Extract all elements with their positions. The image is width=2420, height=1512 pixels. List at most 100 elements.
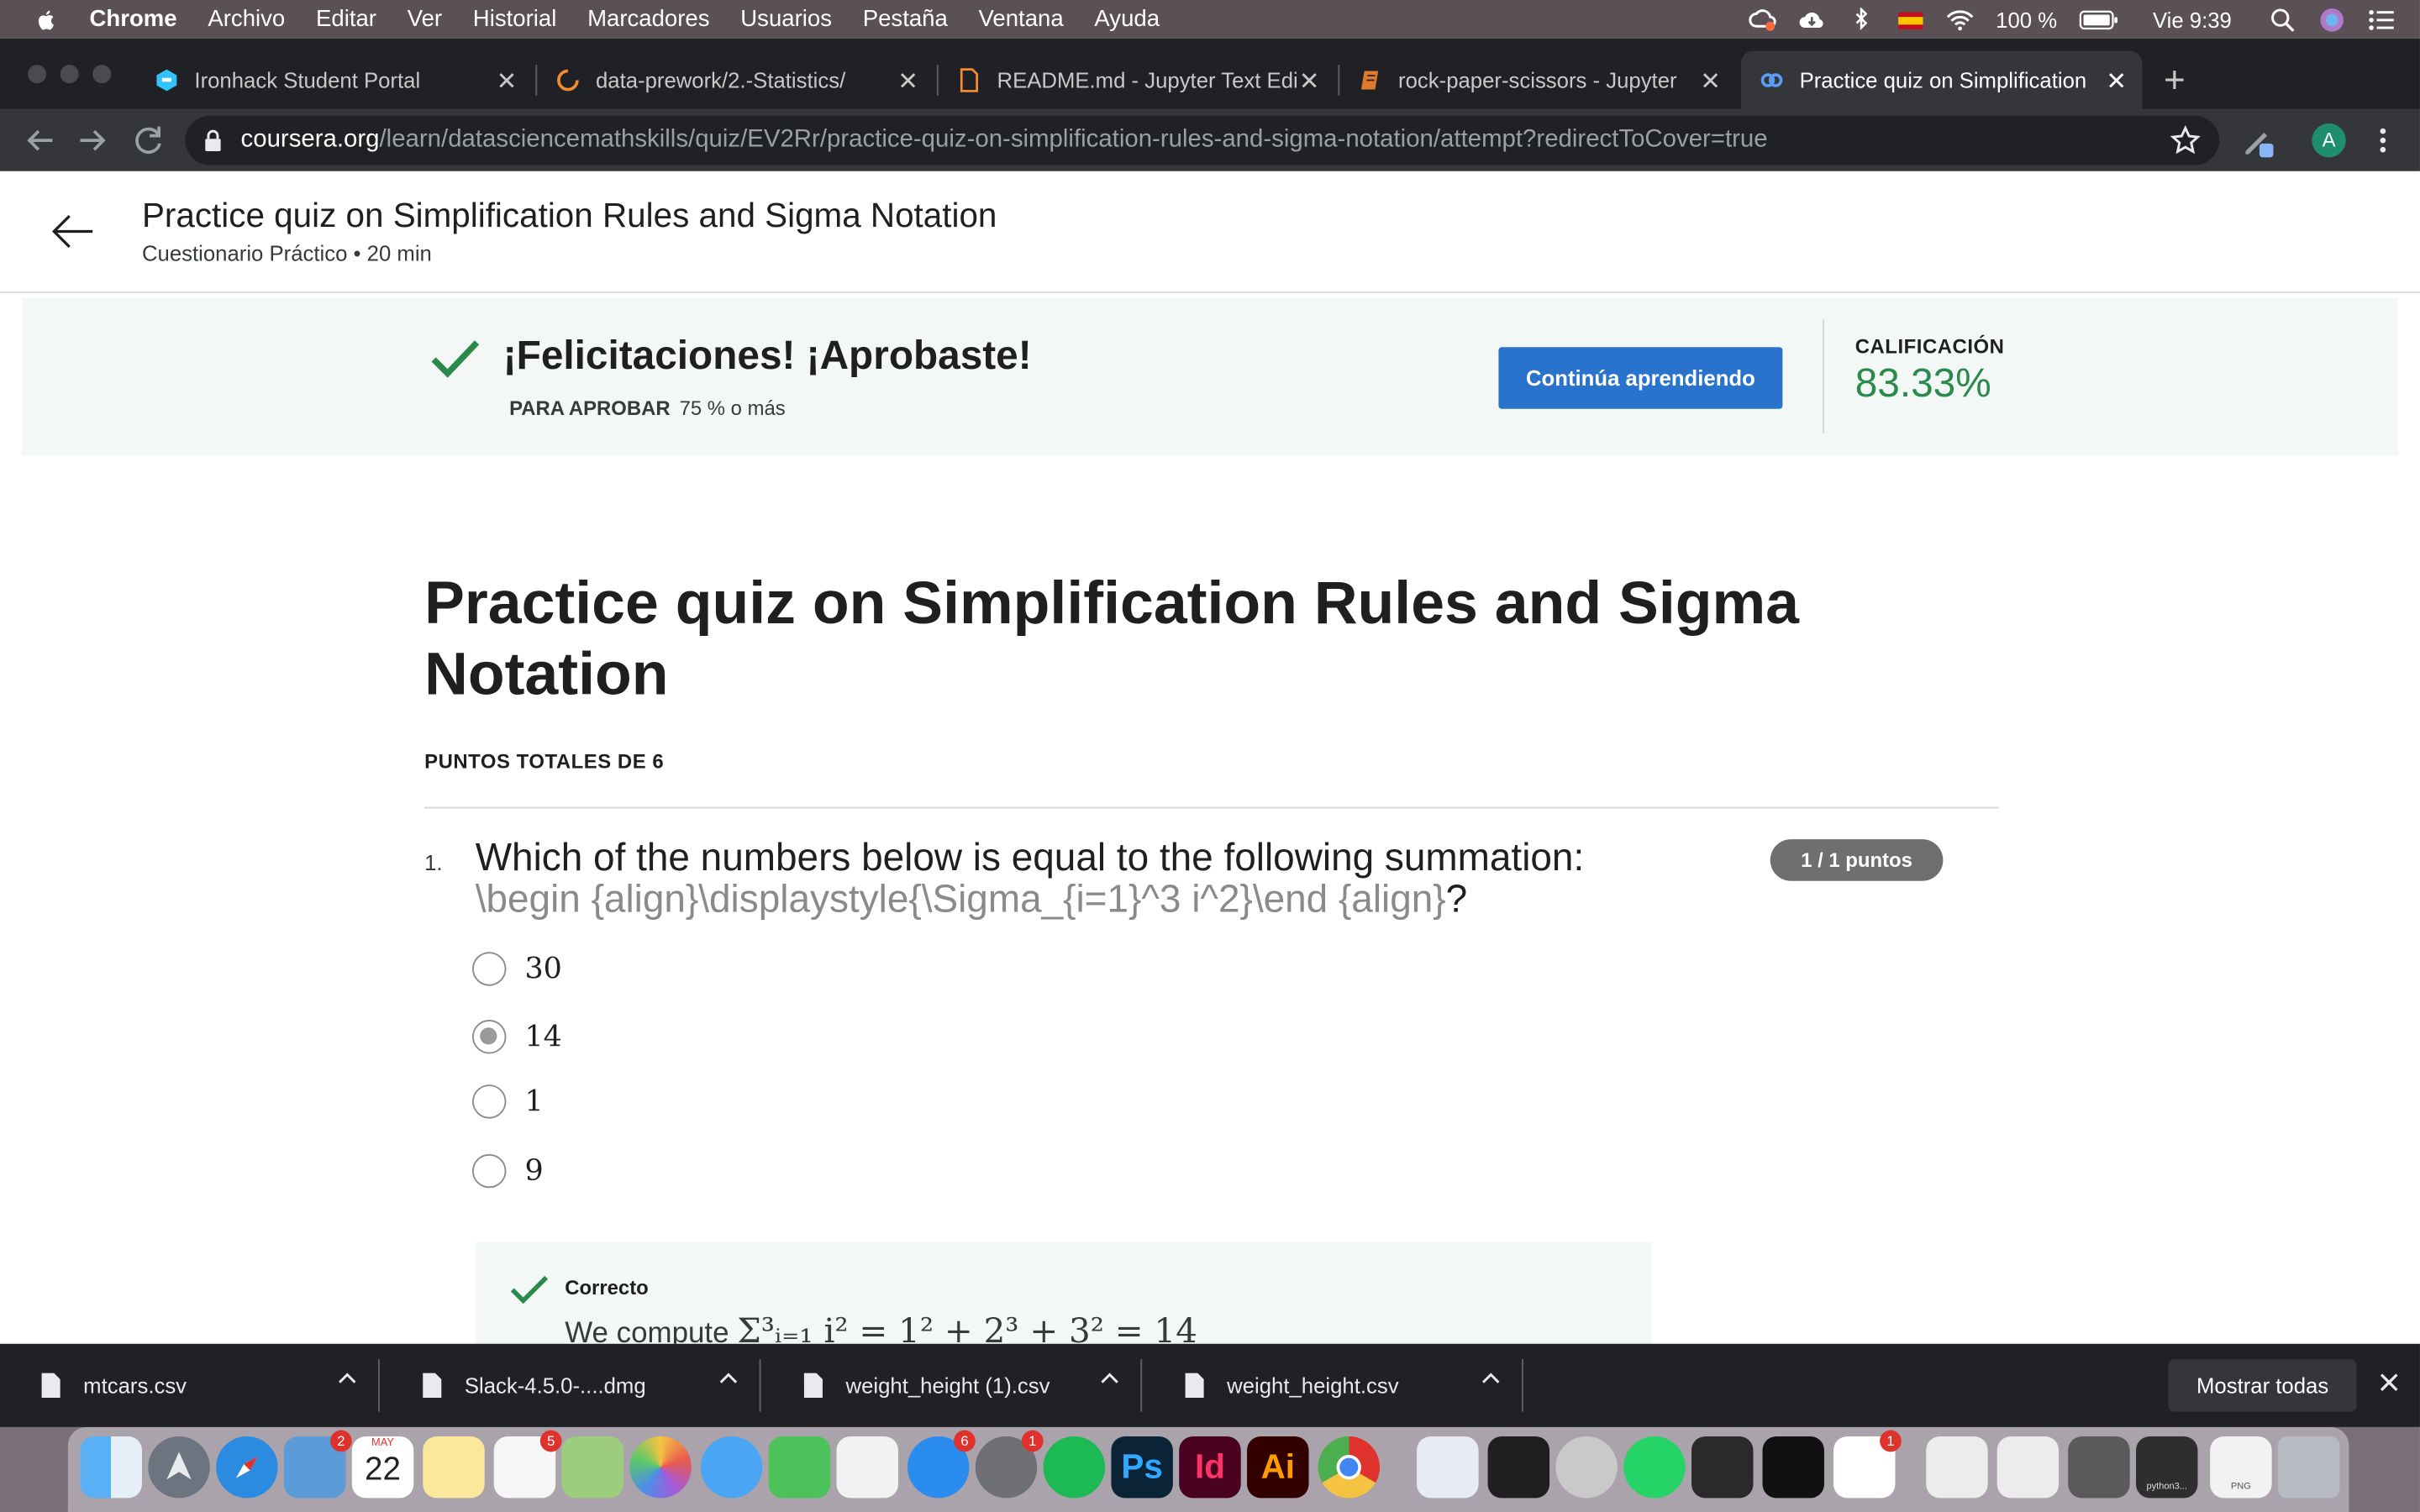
notification-center-icon[interactable] [2367, 7, 2395, 31]
tab-rock-paper-scissors[interactable]: rock-paper-scissors - Jupyter ✕ [1343, 51, 1736, 110]
menubar-clock[interactable]: Vie 9:39 [2153, 7, 2232, 31]
launchpad-icon[interactable] [148, 1436, 210, 1499]
zoom-window-button[interactable] [92, 65, 112, 84]
mail-badge: 2 [330, 1430, 352, 1452]
menu-pestana[interactable]: Pestaña [863, 6, 948, 32]
minimize-window-button[interactable] [60, 65, 79, 84]
indesign-icon[interactable]: Id [1179, 1436, 1241, 1499]
menu-ventana[interactable]: Ventana [979, 6, 1064, 32]
tab-close-icon[interactable]: ✕ [497, 66, 518, 97]
url-text[interactable]: coursera.org/learn/datasciencemathskills… [241, 127, 1768, 155]
safari-icon[interactable] [216, 1436, 278, 1499]
back-arrow-icon[interactable] [22, 122, 59, 159]
maps-icon[interactable] [561, 1436, 624, 1499]
trash-icon[interactable] [2277, 1436, 2340, 1499]
chrome-icon[interactable] [1318, 1436, 1381, 1499]
activity-monitor-icon[interactable] [1487, 1436, 1550, 1499]
app-store-icon[interactable]: 6 [907, 1430, 976, 1499]
radio-button[interactable] [472, 1084, 507, 1119]
menu-ver[interactable]: Ver [408, 6, 442, 32]
iterm-icon[interactable] [1691, 1436, 1754, 1499]
download-item[interactable]: mtcars.csv [0, 1344, 380, 1427]
mail-icon[interactable]: 2 [283, 1430, 352, 1499]
spotify-icon[interactable] [1043, 1436, 1106, 1499]
calendar-icon[interactable]: MAY 22 [351, 1436, 414, 1499]
bookmark-star-icon[interactable] [2170, 124, 2201, 156]
tab-data-prework[interactable]: data-prework/2.-Statistics/ ✕ [540, 51, 934, 110]
apple-logo-icon[interactable] [34, 7, 58, 31]
numbers-icon[interactable] [1417, 1436, 1479, 1499]
terminal-icon[interactable] [1762, 1436, 1824, 1499]
menu-historial[interactable]: Historial [473, 6, 557, 32]
tab-practice-quiz[interactable]: Practice quiz on Simplification ✕ [1740, 50, 2143, 110]
tab-close-icon[interactable]: ✕ [2106, 66, 2127, 97]
divider [759, 1359, 761, 1412]
chevron-up-icon[interactable] [1099, 1368, 1121, 1390]
forward-arrow-icon[interactable] [74, 122, 111, 159]
slack-icon[interactable]: 1 [1833, 1430, 1902, 1499]
answer-option[interactable]: 1 [472, 1084, 544, 1119]
chevron-up-icon[interactable] [718, 1368, 739, 1390]
whatsapp-icon[interactable] [1623, 1436, 1686, 1499]
download-item[interactable]: Slack-4.5.0-....dmg [381, 1344, 761, 1427]
tab-readme[interactable]: README.md - Jupyter Text Edi ✕ [941, 51, 1334, 110]
system-preferences-icon[interactable]: 1 [975, 1430, 1044, 1499]
download-item[interactable]: weight_height.csv [1144, 1344, 1523, 1427]
new-tab-button[interactable]: + [2164, 60, 2186, 103]
facetime-icon[interactable] [768, 1436, 831, 1499]
spain-flag-icon[interactable] [1897, 7, 1925, 31]
tab-close-icon[interactable]: ✕ [1299, 66, 1320, 97]
radio-button[interactable] [472, 952, 507, 986]
address-bar[interactable]: coursera.org/learn/datasciencemathskills… [185, 115, 2220, 165]
wifi-icon[interactable] [1946, 7, 1974, 31]
lock-icon[interactable] [203, 129, 222, 151]
chrome-menu-icon[interactable] [2374, 123, 2392, 157]
menu-app-chrome[interactable]: Chrome [90, 6, 177, 32]
tab-close-icon[interactable]: ✕ [1700, 66, 1721, 97]
messages-icon[interactable] [700, 1436, 763, 1499]
database-icon[interactable] [1555, 1436, 1618, 1499]
creative-cloud-icon[interactable] [1749, 7, 1776, 31]
reminders-icon[interactable]: 5 [493, 1430, 562, 1499]
menu-ayuda[interactable]: Ayuda [1094, 6, 1160, 32]
tab-ironhack[interactable]: Ironhack Student Portal ✕ [139, 51, 532, 110]
battery-icon[interactable] [2079, 8, 2119, 30]
menu-editar[interactable]: Editar [316, 6, 376, 32]
illustrator-icon[interactable]: Ai [1247, 1436, 1309, 1499]
extension-pen-icon[interactable] [2241, 125, 2275, 159]
spotlight-search-icon[interactable] [2269, 7, 2296, 31]
answer-option[interactable]: 30 [472, 952, 562, 986]
siri-icon[interactable] [2318, 7, 2346, 31]
python-file-icon[interactable]: python3... [2135, 1436, 2198, 1499]
answer-option-selected[interactable]: 14 [472, 1020, 562, 1054]
close-icon[interactable] [2377, 1370, 2402, 1394]
chevron-up-icon[interactable] [1480, 1368, 1502, 1390]
answer-option[interactable]: 9 [472, 1153, 544, 1189]
menu-marcadores[interactable]: Marcadores [587, 6, 709, 32]
downloads-stack-icon[interactable] [1996, 1436, 2060, 1499]
photos-icon[interactable] [629, 1436, 692, 1499]
bluetooth-icon[interactable] [1848, 7, 1876, 31]
menu-usuarios[interactable]: Usuarios [740, 6, 832, 32]
png-file-icon[interactable]: PNG [2210, 1436, 2272, 1499]
header-subtitle: Cuestionario Práctico • 20 min [141, 240, 432, 265]
show-all-downloads-button[interactable]: Mostrar todas [2168, 1359, 2357, 1412]
menu-archivo[interactable]: Archivo [208, 6, 285, 32]
reload-icon[interactable] [129, 122, 166, 159]
tab-close-icon[interactable]: ✕ [897, 66, 918, 97]
radio-button-selected[interactable] [472, 1020, 507, 1054]
photoshop-icon[interactable]: Ps [1111, 1436, 1173, 1499]
icloud-icon[interactable] [1798, 7, 1826, 31]
radio-button[interactable] [472, 1153, 507, 1189]
continue-learning-button[interactable]: Continúa aprendiendo [1498, 347, 1783, 409]
close-window-button[interactable] [28, 65, 47, 84]
notes-icon[interactable] [423, 1436, 485, 1499]
textedit-icon[interactable] [836, 1436, 898, 1499]
profile-avatar[interactable]: A [2312, 123, 2346, 158]
document-stack-icon[interactable] [1926, 1436, 1988, 1499]
chevron-up-icon[interactable] [336, 1368, 358, 1390]
download-item[interactable]: weight_height (1).csv [762, 1344, 1143, 1427]
screenshot-stack-icon[interactable] [2068, 1436, 2130, 1499]
finder-icon[interactable] [80, 1436, 142, 1499]
back-arrow-icon[interactable] [50, 212, 96, 252]
